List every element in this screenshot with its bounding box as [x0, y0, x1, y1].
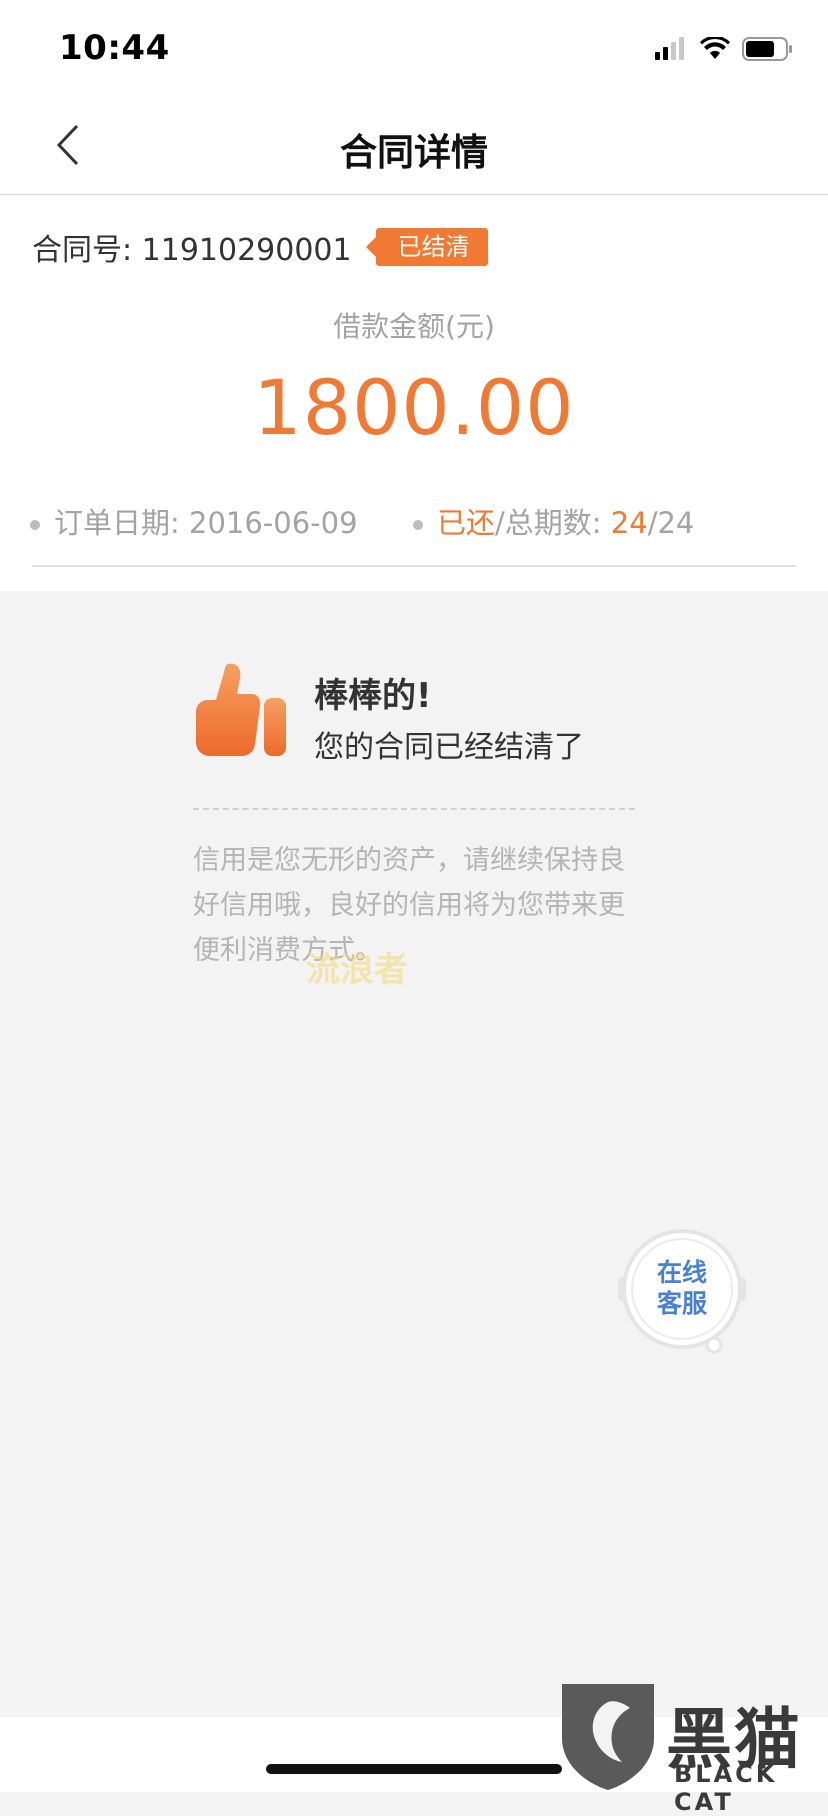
repaid-count: 24 [610, 506, 648, 540]
success-title: 棒棒的! [314, 676, 432, 716]
status-icons [654, 36, 794, 62]
black-cat-shield-icon [562, 1684, 654, 1790]
contract-number-row: 合同号: 11910290001 已结清 [32, 225, 488, 269]
online-customer-service-button[interactable]: 在线客服 [614, 1227, 750, 1357]
order-date-item: 订单日期: 2016-06-09 [30, 500, 358, 542]
dashed-divider [193, 808, 635, 810]
status-bar: 10:44 [0, 0, 828, 96]
page-title: 合同详情 [340, 131, 488, 174]
bullet-dot [413, 520, 423, 530]
total-count: /24 [647, 506, 695, 540]
logo-en-text: BLACK CAT [674, 1760, 778, 1816]
success-subtitle: 您的合同已经结清了 [314, 730, 584, 765]
periods-item: 已还/总期数: 24/24 [413, 500, 694, 542]
thumbs-up-icon [196, 663, 286, 756]
credit-note: 信用是您无形的资产，请继续保持良好信用哦，良好的信用将为您带来更便利消费方式。 [193, 845, 625, 966]
status-time: 10:44 [59, 28, 170, 68]
home-indicator[interactable] [266, 1764, 562, 1774]
divider [32, 565, 796, 567]
repaid-label: 已还 [437, 506, 496, 540]
wifi-icon [700, 37, 730, 59]
battery-icon [742, 37, 792, 61]
total-periods-label: /总期数: [495, 506, 611, 540]
loan-amount: 1800.00 [253, 363, 575, 452]
order-date: 订单日期: 2016-06-09 [54, 506, 358, 540]
contract-number: 合同号: 11910290001 [32, 233, 352, 268]
contract-card: 合同号: 11910290001 已结清 借款金额(元) 1800.00 订单日… [0, 195, 828, 591]
amount-label: 借款金额(元) [333, 310, 495, 343]
customer-service-label: 在线客服 [656, 1258, 707, 1318]
cellular-signal-icon [655, 37, 684, 60]
overlay-watermark-text: 流浪者 [306, 950, 408, 990]
black-cat-logo: 黑猫 BLACK CAT [556, 1678, 828, 1816]
status-badge: 已结清 [365, 228, 488, 266]
navigation-bar: 合同详情 [0, 96, 828, 195]
bullet-dot [30, 520, 40, 530]
